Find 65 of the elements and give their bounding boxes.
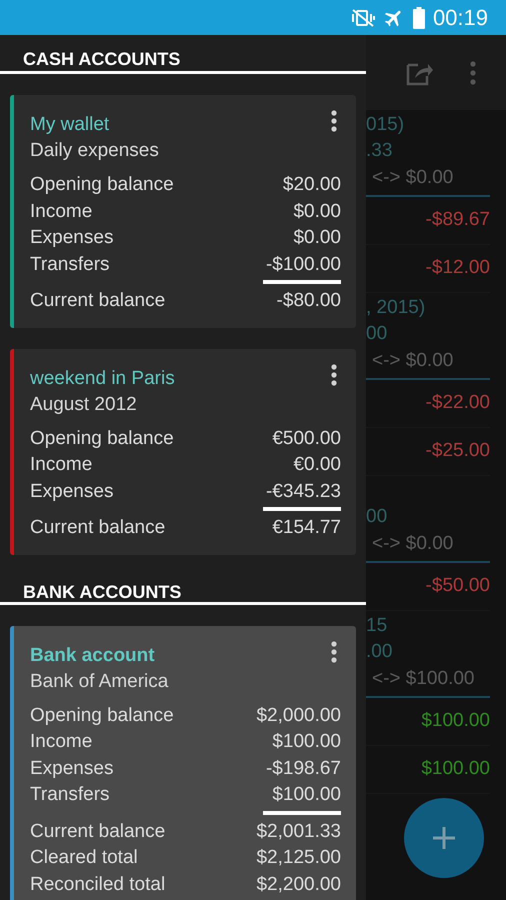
group-summary: 015) <box>366 112 406 136</box>
row-value: $2,200.00 <box>256 872 341 896</box>
row-label: Current balance <box>30 289 166 313</box>
row-label: Reconciled total <box>30 872 166 896</box>
row-label: Opening balance <box>30 173 174 197</box>
row-value: $2,001.33 <box>256 820 341 844</box>
row-label: Expenses <box>30 480 114 504</box>
row-value: $0.00 <box>293 200 341 224</box>
row-label: Opening balance <box>30 704 174 728</box>
group-summary: , 2015) <box>366 296 426 320</box>
transaction-amount: $100.00 <box>421 757 490 782</box>
row-label: Transfers <box>30 783 110 807</box>
row-value: $2,000.00 <box>256 704 341 728</box>
row-value: €500.00 <box>272 426 341 450</box>
group-summary: 00 <box>366 505 388 529</box>
transaction-amount: -$25.00 <box>426 439 490 464</box>
row-label: Current balance <box>30 516 166 540</box>
vibrate-icon <box>350 8 375 28</box>
more-options-icon[interactable] <box>331 364 337 386</box>
account-description: Bank of America <box>30 670 170 694</box>
account-description: Daily expenses <box>30 139 160 163</box>
balance-range: <-> $0.00 <box>371 532 454 556</box>
row-label: Income <box>30 453 92 477</box>
balance-range: <-> $100.00 <box>371 666 476 690</box>
row-label: Cleared total <box>30 846 138 870</box>
row-value: $20.00 <box>282 173 341 197</box>
group-summary: .00 <box>366 640 394 664</box>
row-value: -$80.00 <box>276 289 341 313</box>
row-value: $0.00 <box>293 226 341 250</box>
row-label: Income <box>30 200 92 224</box>
account-name: My wallet <box>30 113 110 137</box>
transaction-amount: -$22.00 <box>426 391 490 416</box>
more-options-icon[interactable] <box>331 640 337 662</box>
row-label: Current balance <box>30 820 166 844</box>
transaction-amount: -$50.00 <box>426 574 490 598</box>
row-label: Expenses <box>30 756 114 780</box>
row-label: Opening balance <box>30 426 174 450</box>
group-summary: 00 <box>366 322 388 346</box>
account-description: August 2012 <box>30 392 138 416</box>
row-label: Expenses <box>30 226 114 250</box>
row-label: Income <box>30 730 92 754</box>
section-header: BANK ACCOUNTS <box>23 580 182 604</box>
row-value: $100.00 <box>272 730 341 754</box>
group-summary: .33 <box>366 139 394 163</box>
battery-icon <box>412 6 425 28</box>
row-value: -$198.67 <box>266 756 341 780</box>
more-options-icon[interactable] <box>331 110 337 132</box>
row-value: €154.77 <box>272 516 341 540</box>
section-header: CASH ACCOUNTS <box>23 48 182 71</box>
balance-range: <-> $0.00 <box>371 166 454 190</box>
plus-icon <box>432 826 456 850</box>
row-value: -$100.00 <box>266 252 341 276</box>
transaction-amount: -$12.00 <box>426 256 490 280</box>
row-value: €0.00 <box>293 453 341 477</box>
row-value: $100.00 <box>272 783 341 807</box>
row-value: -€345.23 <box>266 480 341 504</box>
transaction-amount: $100.00 <box>421 709 490 734</box>
account-name: Bank account <box>30 644 155 668</box>
group-summary: 15 <box>366 614 388 638</box>
row-value: $2,125.00 <box>256 846 341 870</box>
row-label: Transfers <box>30 252 110 276</box>
transaction-amount: -$89.67 <box>426 208 490 232</box>
clock: 00:19 <box>432 4 488 32</box>
account-name: weekend in Paris <box>30 366 175 390</box>
balance-range: <-> $0.00 <box>371 348 454 372</box>
